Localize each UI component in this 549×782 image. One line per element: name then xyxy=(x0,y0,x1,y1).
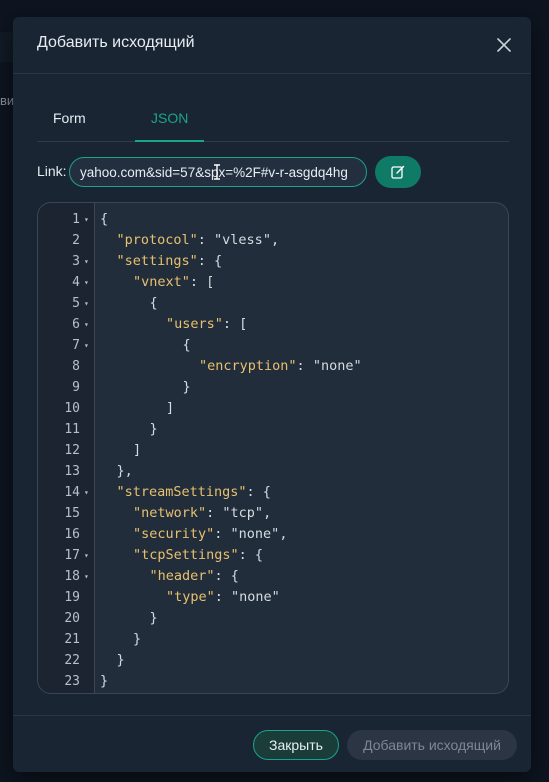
code-line: 19 "type": "none" xyxy=(38,587,508,608)
fold-arrow-icon[interactable]: ▾ xyxy=(84,482,89,503)
line-number: 14 xyxy=(64,485,80,500)
tab-form[interactable]: Form xyxy=(37,99,102,141)
line-number: 4 xyxy=(72,275,80,290)
code-text: }, xyxy=(116,463,133,479)
code-lines: 1 ▾ {2 "protocol": "vless", 3 ▾ "settings": { 4… xyxy=(38,209,508,692)
link-label: Link: xyxy=(37,163,67,179)
line-number: 10 xyxy=(64,401,80,416)
json-editor[interactable]: 1 ▾ {2 "protocol": "vless", 3 ▾ "settings": { 4… xyxy=(37,202,509,694)
code-line: 22} xyxy=(38,650,508,671)
code-line: 14 ▾ "streamSettings": { xyxy=(38,482,508,503)
fold-arrow-icon[interactable]: ▾ xyxy=(84,293,89,314)
code-text: "header": { xyxy=(149,568,239,584)
code-line: 10] xyxy=(38,398,508,419)
line-number: 1 xyxy=(72,212,80,227)
code-line: 2 "protocol": "vless", xyxy=(38,230,508,251)
code-text: { xyxy=(100,211,109,227)
code-line: 15 "network": "tcp", xyxy=(38,503,508,524)
line-number: 7 xyxy=(72,338,80,353)
fold-arrow-icon[interactable]: ▾ xyxy=(84,545,89,566)
active-tab-indicator xyxy=(135,140,205,142)
code-text: { xyxy=(182,337,191,353)
line-number: 19 xyxy=(64,590,80,605)
fold-arrow-icon[interactable]: ▾ xyxy=(84,251,89,272)
line-number: 8 xyxy=(72,359,80,374)
line-number: 12 xyxy=(64,443,80,458)
code-line: 11} xyxy=(38,419,508,440)
code-line: 13}, xyxy=(38,461,508,482)
code-line: 23} xyxy=(38,671,508,692)
tab-json[interactable]: JSON xyxy=(135,99,205,142)
code-text: ] xyxy=(133,442,142,458)
line-number: 15 xyxy=(64,506,80,521)
link-input[interactable] xyxy=(69,157,367,187)
code-text: "users": [ xyxy=(166,316,248,332)
apply-link-button[interactable] xyxy=(375,156,421,188)
line-number: 23 xyxy=(64,674,80,689)
modal-title: Добавить исходящий xyxy=(37,34,195,51)
background-strip xyxy=(0,32,13,62)
line-number: 11 xyxy=(64,422,80,437)
code-text: "network": "tcp", xyxy=(133,505,272,521)
modal-header: Добавить исходящий xyxy=(13,17,531,74)
code-text: } xyxy=(149,421,158,437)
code-text: "settings": { xyxy=(116,253,223,269)
code-text: } xyxy=(100,673,109,689)
fold-arrow-icon[interactable]: ▾ xyxy=(84,272,89,293)
code-line: 16 "security": "none", xyxy=(38,524,508,545)
code-text: { xyxy=(149,295,158,311)
code-text: } xyxy=(182,379,191,395)
line-number: 22 xyxy=(64,653,80,668)
code-text: "protocol": "vless", xyxy=(116,232,280,248)
close-modal-button[interactable] xyxy=(493,34,515,56)
code-line: 6 ▾ "users": [ xyxy=(38,314,508,335)
line-number: 18 xyxy=(64,569,80,584)
code-text: "security": "none", xyxy=(133,526,288,542)
close-icon xyxy=(497,38,511,52)
code-line: 4 ▾ "vnext": [ xyxy=(38,272,508,293)
add-outbound-button[interactable]: Добавить исходящий xyxy=(347,730,517,760)
line-number: 20 xyxy=(64,611,80,626)
code-line: 7 ▾ { xyxy=(38,335,508,356)
code-line: 12] xyxy=(38,440,508,461)
code-line: 18 ▾ "header": { xyxy=(38,566,508,587)
code-text: "encryption": "none" xyxy=(199,358,362,374)
line-number: 21 xyxy=(64,632,80,647)
edit-icon xyxy=(391,165,405,179)
code-text: } xyxy=(149,610,158,626)
line-number: 13 xyxy=(64,464,80,479)
add-outbound-modal: Добавить исходящий Form JSON Link: 1 ▾ {2 "… xyxy=(13,17,531,772)
fold-arrow-icon[interactable]: ▾ xyxy=(84,335,89,356)
fold-arrow-icon[interactable]: ▾ xyxy=(84,209,89,230)
code-line: 17 ▾ "tcpSettings": { xyxy=(38,545,508,566)
code-line: 9} xyxy=(38,377,508,398)
link-row: Link: xyxy=(37,156,509,190)
code-text: "type": "none" xyxy=(166,589,280,605)
line-number: 2 xyxy=(72,233,80,248)
line-number: 16 xyxy=(64,527,80,542)
line-number: 17 xyxy=(64,548,80,563)
tab-bar: Form JSON xyxy=(37,99,509,142)
line-number: 6 xyxy=(72,317,80,332)
code-text: "vnext": [ xyxy=(133,274,215,290)
close-button[interactable]: Закрыть xyxy=(253,730,339,760)
fold-arrow-icon[interactable]: ▾ xyxy=(84,566,89,587)
modal-footer: Закрыть Добавить исходящий xyxy=(13,715,531,773)
code-text: } xyxy=(116,652,125,668)
line-number: 9 xyxy=(72,380,80,395)
line-number: 3 xyxy=(72,254,80,269)
line-number: 5 xyxy=(72,296,80,311)
code-line: 5 ▾ { xyxy=(38,293,508,314)
code-line: 8 "encryption": "none" xyxy=(38,356,508,377)
code-text: ] xyxy=(166,400,175,416)
code-line: 1 ▾ { xyxy=(38,209,508,230)
code-line: 20} xyxy=(38,608,508,629)
code-text: } xyxy=(133,631,142,647)
code-line: 21} xyxy=(38,629,508,650)
tab-json-label: JSON xyxy=(151,110,189,126)
code-line: 3 ▾ "settings": { xyxy=(38,251,508,272)
code-text: "streamSettings": { xyxy=(116,484,271,500)
code-text: "tcpSettings": { xyxy=(133,547,264,563)
fold-arrow-icon[interactable]: ▾ xyxy=(84,314,89,335)
